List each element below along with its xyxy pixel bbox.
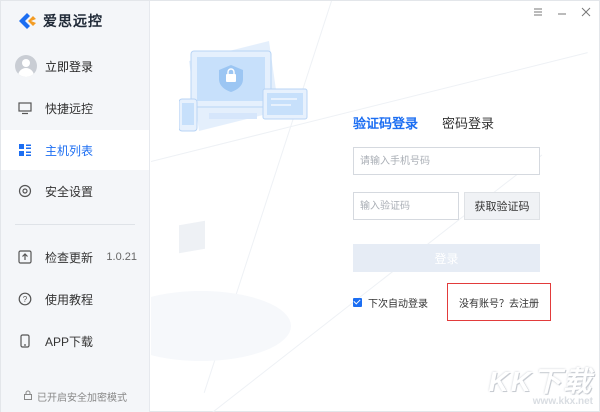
main-panel: 验证码登录 密码登录 获取验证码 登录 下次自动登录 没有账号？去注册 KK下载… <box>151 1 600 412</box>
background-shape <box>151 291 291 361</box>
tab-password-login[interactable]: 密码登录 <box>442 113 494 136</box>
security-mode-text: 已开启安全加密模式 <box>37 393 127 404</box>
phone-input[interactable] <box>353 147 540 175</box>
svg-text:?: ? <box>23 295 28 304</box>
tab-sms-login[interactable]: 验证码登录 <box>353 113 418 136</box>
sidebar-item-quick-remote[interactable]: 快捷远控 <box>1 88 149 128</box>
sidebar-item-tutorial[interactable]: ? 使用教程 <box>1 279 149 319</box>
app-logo-icon <box>17 11 37 31</box>
auto-login-checkbox[interactable] <box>353 298 362 307</box>
sidebar: 爱思远控 立即登录 快捷远控 主机列表 安全设置 检查更新 1.0.21 ? 使… <box>1 1 150 412</box>
watermark-main: KK下载 <box>488 366 593 397</box>
avatar <box>15 55 37 77</box>
background-cube <box>179 220 205 254</box>
sidebar-item-label: 检查更新 <box>45 250 94 265</box>
login-label: 立即登录 <box>45 59 94 74</box>
login-entry[interactable]: 立即登录 <box>15 55 93 77</box>
shield-settings-icon <box>17 183 33 199</box>
sidebar-item-label: 使用教程 <box>45 292 94 307</box>
help-icon: ? <box>17 291 33 307</box>
sidebar-item-label: 主机列表 <box>45 143 94 158</box>
sidebar-item-check-update[interactable]: 检查更新 1.0.21 <box>1 237 149 277</box>
phone-icon <box>17 333 33 349</box>
watermark: KK下载 www.kkx.net <box>489 360 593 407</box>
sidebar-item-app-download[interactable]: APP下载 <box>1 321 149 361</box>
lock-icon <box>23 390 33 403</box>
update-icon <box>17 249 33 265</box>
sidebar-item-label: 安全设置 <box>45 184 94 199</box>
sidebar-item-security[interactable]: 安全设置 <box>1 171 149 211</box>
auto-login-option[interactable]: 下次自动登录 <box>353 295 428 310</box>
host-list-icon <box>17 142 33 158</box>
get-code-button[interactable]: 获取验证码 <box>464 192 540 220</box>
verification-code-input[interactable] <box>353 192 459 220</box>
login-button[interactable]: 登录 <box>353 244 540 272</box>
app-title: 爱思远控 <box>43 13 103 29</box>
sidebar-item-host-list[interactable]: 主机列表 <box>1 130 149 170</box>
version-label: 1.0.21 <box>106 251 137 263</box>
security-mode-note: 已开启安全加密模式 <box>23 389 127 404</box>
register-highlight-box: 没有账号？去注册 <box>447 283 551 321</box>
sidebar-item-label: APP下载 <box>45 334 94 349</box>
app-logo: 爱思远控 <box>17 11 103 31</box>
login-tabs: 验证码登录 密码登录 <box>353 113 494 136</box>
auto-login-label: 下次自动登录 <box>368 299 428 310</box>
register-link[interactable]: 没有账号？去注册 <box>459 295 539 310</box>
app-window: 爱思远控 立即登录 快捷远控 主机列表 安全设置 检查更新 1.0.21 ? 使… <box>0 0 600 412</box>
security-illustration <box>178 41 319 149</box>
monitor-icon <box>17 100 33 116</box>
sidebar-divider <box>15 224 135 225</box>
sidebar-item-label: 快捷远控 <box>45 101 94 116</box>
